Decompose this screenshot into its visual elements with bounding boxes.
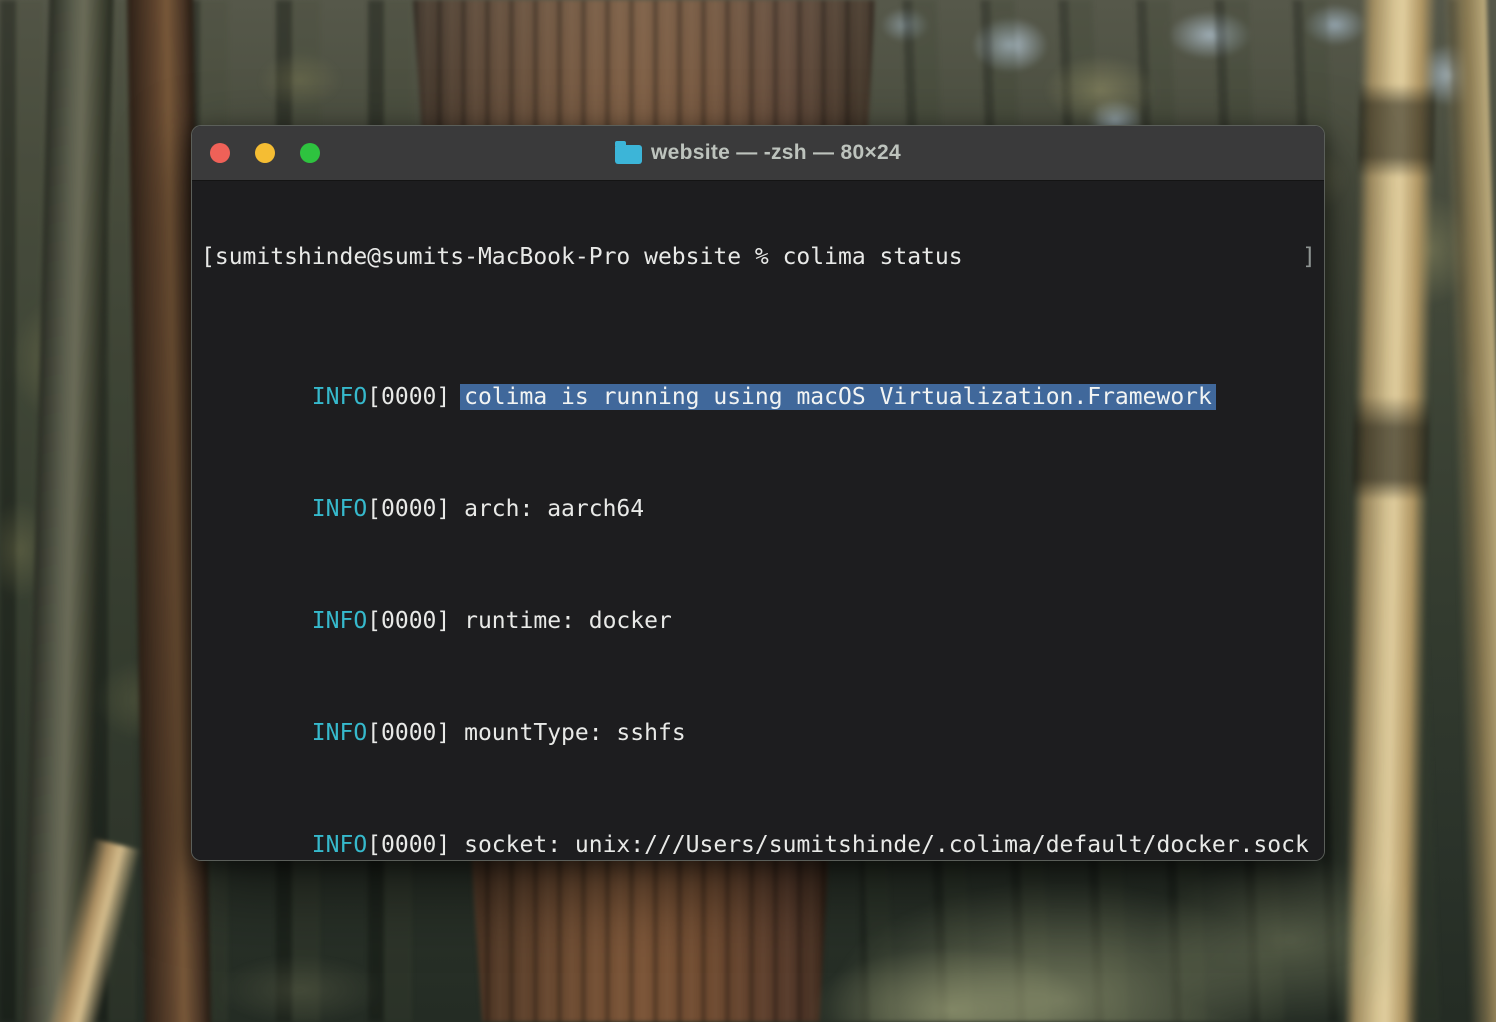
log-timestamp: [0000] — [367, 720, 464, 746]
log-timestamp: [0000] — [367, 496, 464, 522]
window-title: website — -zsh — 80×24 — [651, 141, 901, 165]
selected-text[interactable]: colima is running using macOS Virtualiza… — [464, 384, 1212, 410]
log-level: INFO — [312, 608, 367, 634]
minimize-button[interactable] — [255, 143, 275, 163]
close-button[interactable] — [210, 143, 230, 163]
log-level: INFO — [312, 720, 367, 746]
desktop: website — -zsh — 80×24 [sumitshinde@sumi… — [0, 0, 1496, 1022]
terminal-titlebar[interactable]: website — -zsh — 80×24 — [192, 126, 1324, 181]
wallpaper-trunk-gray — [22, 0, 113, 1022]
log-timestamp: [0000] — [367, 608, 464, 634]
fullscreen-button[interactable] — [300, 143, 320, 163]
log-line-runtime: INFO[0000] runtime: docker — [201, 579, 1316, 607]
log-message: arch: aarch64 — [464, 496, 644, 522]
window-title-group: website — -zsh — 80×24 — [615, 141, 901, 165]
log-message: runtime: docker — [464, 608, 672, 634]
log-line-status: INFO[0000] colima is running using macOS… — [201, 355, 1316, 383]
log-level: INFO — [312, 832, 367, 858]
log-timestamp: [0000] — [367, 832, 464, 858]
command-line: [sumitshinde@sumits-MacBook-Pro website … — [201, 243, 1316, 271]
window-controls — [210, 126, 320, 180]
terminal-content[interactable]: [sumitshinde@sumits-MacBook-Pro website … — [192, 181, 1324, 860]
log-line-arch: INFO[0000] arch: aarch64 — [201, 467, 1316, 495]
terminal-window: website — -zsh — 80×24 [sumitshinde@sumi… — [191, 125, 1325, 861]
log-message: mountType: sshfs — [464, 720, 686, 746]
prompt-and-command: [sumitshinde@sumits-MacBook-Pro website … — [201, 243, 963, 271]
folder-icon[interactable] — [615, 145, 642, 164]
wallpaper-trunk-far-right — [1442, 0, 1496, 1022]
log-level: INFO — [312, 384, 367, 410]
right-edge-bracket: ] — [1302, 243, 1316, 271]
log-timestamp: [0000] — [367, 384, 464, 410]
log-message: socket: unix:///Users/sumitshinde/.colim… — [464, 832, 1309, 858]
log-line-mounttype: INFO[0000] mountType: sshfs — [201, 691, 1316, 719]
wallpaper-slanted-trunk — [25, 838, 141, 1022]
log-level: INFO — [312, 496, 367, 522]
wallpaper-sunlit-trunk — [1343, 0, 1437, 1022]
log-line-socket: INFO[0000] socket: unix:///Users/sumitsh… — [201, 803, 1316, 831]
